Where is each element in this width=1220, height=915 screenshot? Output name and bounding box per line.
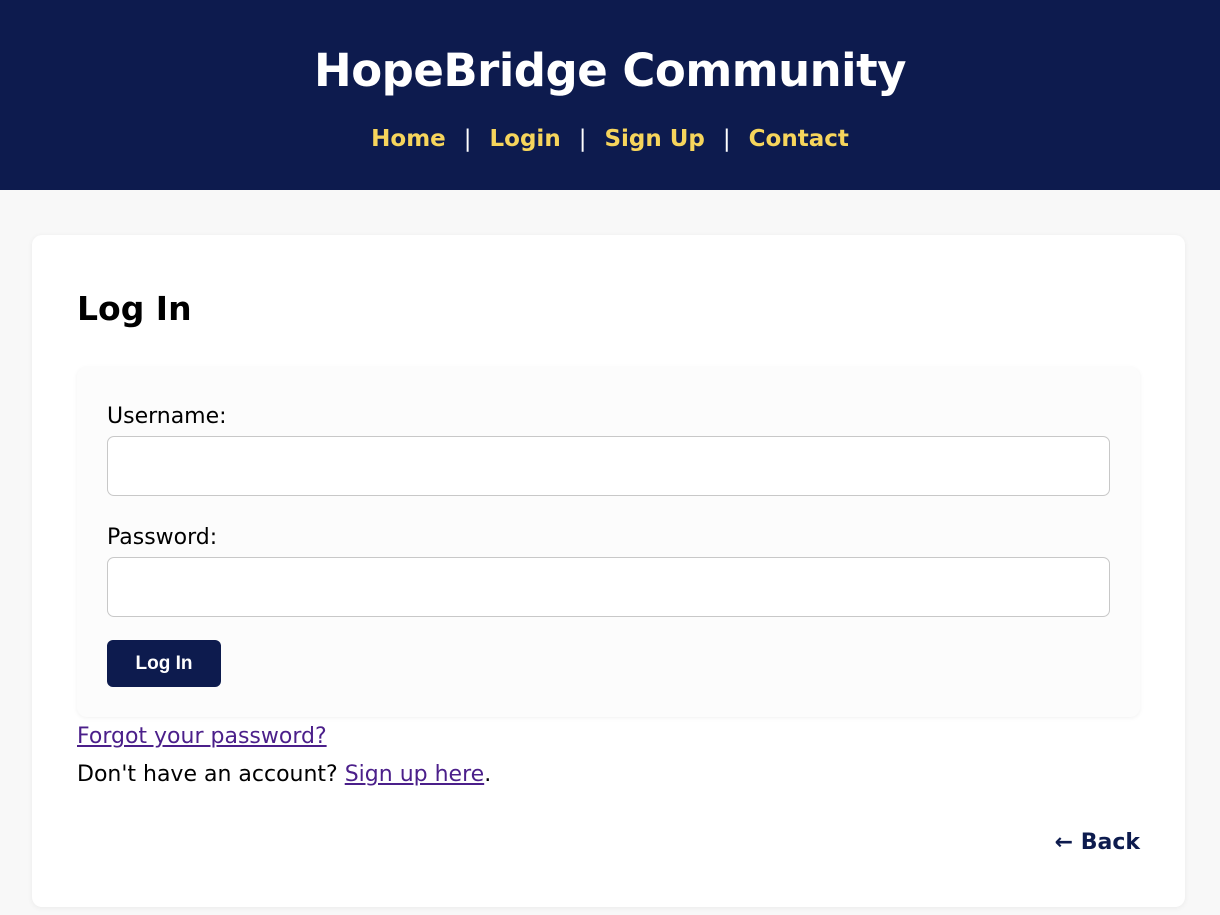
password-input[interactable]	[107, 557, 1110, 617]
password-label: Password:	[107, 525, 218, 550]
forgot-password-row: Forgot your password?	[77, 723, 327, 751]
username-label: Username:	[107, 404, 227, 429]
login-button[interactable]: Log In	[107, 640, 221, 687]
site-header: HopeBridge Community Home | Login | Sign…	[0, 0, 1220, 190]
forgot-password-link[interactable]: Forgot your password?	[77, 724, 327, 749]
main-nav: Home | Login | Sign Up | Contact	[0, 124, 1220, 154]
site-title: HopeBridge Community	[314, 44, 906, 97]
signup-prompt-row: Don't have an account? Sign up here.	[77, 761, 491, 789]
nav-separator: |	[578, 126, 587, 152]
username-input[interactable]	[107, 436, 1110, 496]
signup-prompt-text: Don't have an account?	[77, 762, 345, 787]
nav-contact-link[interactable]: Contact	[749, 124, 849, 154]
login-card: Log In Username: Password: Log In Forgot…	[32, 235, 1185, 907]
nav-home-link[interactable]: Home	[371, 124, 446, 154]
login-form: Username: Password: Log In	[77, 367, 1140, 717]
back-link[interactable]: ← Back	[1055, 829, 1140, 857]
nav-signup-link[interactable]: Sign Up	[604, 124, 704, 154]
nav-separator: |	[722, 126, 731, 152]
nav-separator: |	[463, 126, 472, 152]
nav-login-link[interactable]: Login	[490, 124, 561, 154]
page-title: Log In	[77, 289, 192, 328]
signup-link[interactable]: Sign up here	[345, 762, 484, 787]
signup-suffix: .	[484, 762, 492, 787]
